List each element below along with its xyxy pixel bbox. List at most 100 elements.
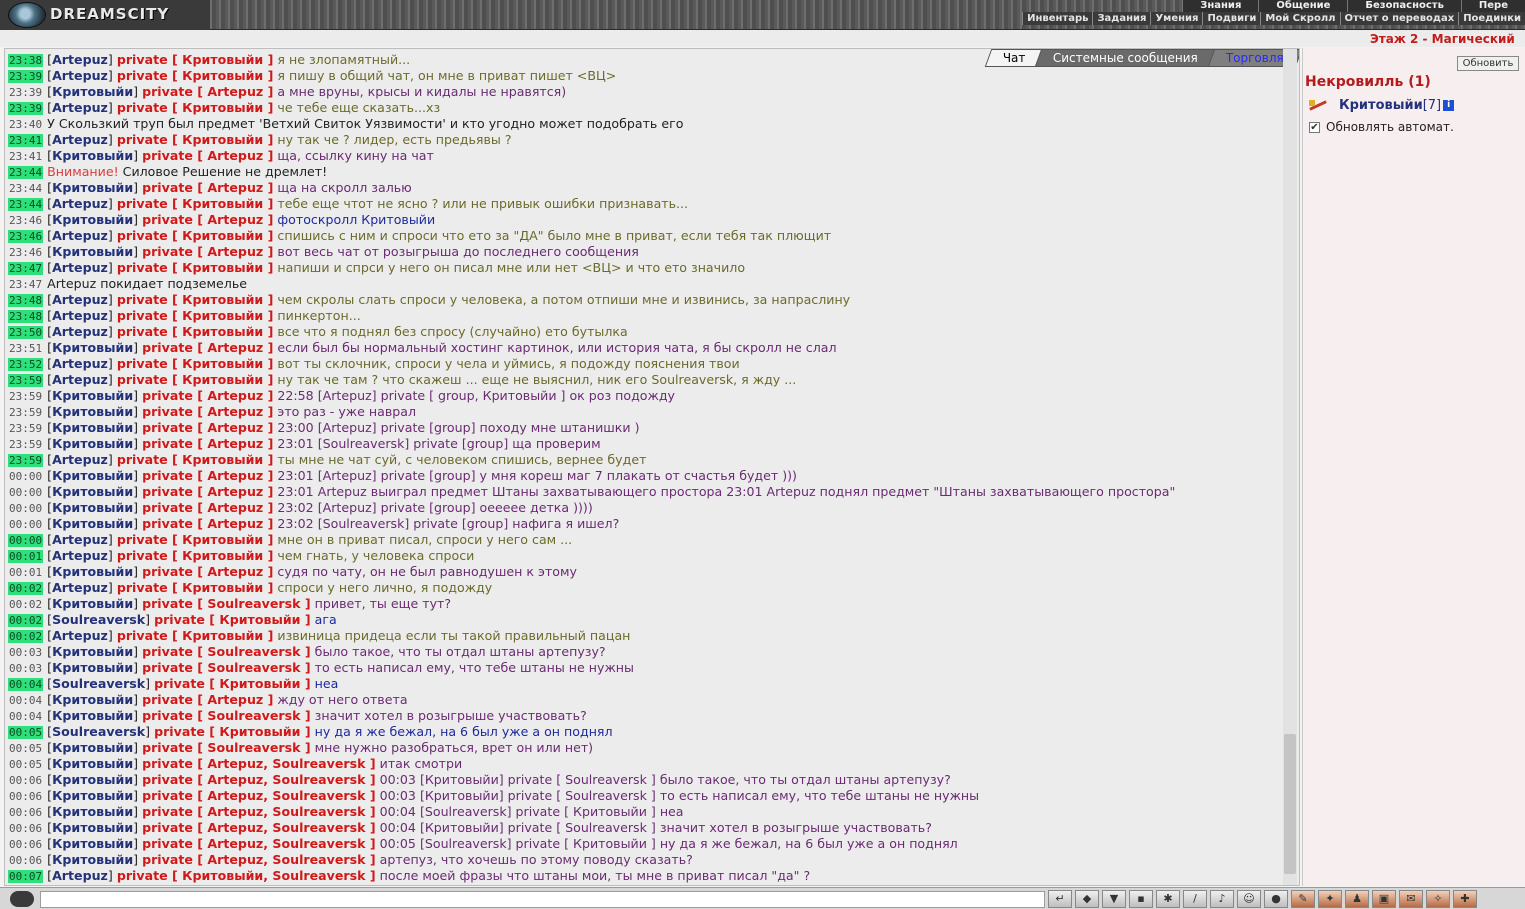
chat-nick[interactable]: Критовыйи bbox=[52, 660, 133, 675]
private-label: private [ Критовыйи ] bbox=[116, 580, 274, 595]
attack-icon[interactable] bbox=[1307, 98, 1335, 112]
chat-nick[interactable]: Artepuz bbox=[52, 260, 108, 275]
menu-knowledge[interactable]: Знания bbox=[1182, 0, 1258, 12]
auto-refresh-checkbox[interactable]: ✔ bbox=[1309, 121, 1320, 133]
user-name[interactable]: Критовыйи bbox=[1339, 98, 1423, 113]
save-icon[interactable]: ▪ bbox=[1129, 890, 1153, 908]
chat-nick[interactable]: Artepuz bbox=[52, 628, 108, 643]
chat-nick[interactable]: Artepuz bbox=[52, 356, 108, 371]
chat-nick[interactable]: Критовыйи bbox=[52, 436, 133, 451]
chat-nick[interactable]: Критовыйи bbox=[52, 836, 133, 851]
slash-icon[interactable]: / bbox=[1183, 890, 1207, 908]
chat-nick[interactable]: Критовыйи bbox=[52, 404, 133, 419]
chat-nick[interactable]: Критовыйи bbox=[52, 420, 133, 435]
chat-nick[interactable]: Критовыйи bbox=[52, 564, 133, 579]
chat-nick[interactable]: Artepuz bbox=[52, 308, 108, 323]
chat-time: 00:03 bbox=[9, 662, 43, 675]
chat-time: 23:46 bbox=[9, 246, 43, 259]
chat-mode-icon[interactable] bbox=[10, 891, 34, 907]
chat-line: 00:02 [Artepuz] private [ Критовыйи ] из… bbox=[8, 628, 631, 643]
chat-nick[interactable]: Критовыйи bbox=[52, 772, 133, 787]
chat-nick[interactable]: Artepuz bbox=[52, 548, 108, 563]
chat-panel: 23:38 [Artepuz] private [ Критовыйи ] я … bbox=[4, 48, 1300, 886]
filter-icon[interactable]: ▼ bbox=[1102, 890, 1126, 908]
scrollbar-thumb[interactable] bbox=[1284, 734, 1296, 874]
chat-nick[interactable]: Soulreaversk bbox=[52, 724, 145, 739]
chat-nick[interactable]: Artepuz bbox=[52, 324, 108, 339]
chat-nick[interactable]: Artepuz bbox=[52, 868, 108, 883]
chat-nick[interactable]: Критовыйи bbox=[52, 388, 133, 403]
info-icon[interactable]: i bbox=[1443, 99, 1455, 111]
chat-nick[interactable]: Критовыйи bbox=[52, 148, 133, 163]
chat-nick[interactable]: Критовыйи bbox=[52, 484, 133, 499]
sword-icon[interactable]: ✦ bbox=[1318, 890, 1342, 908]
misc-icon[interactable]: ✧ bbox=[1426, 890, 1450, 908]
user-list-item[interactable]: Критовыйи [7] i bbox=[1307, 96, 1455, 114]
chat-nick[interactable]: Artepuz bbox=[52, 52, 108, 67]
chat-nick[interactable]: Artepuz bbox=[52, 580, 108, 595]
chat-nick[interactable]: Критовыйи bbox=[52, 596, 133, 611]
chat-nick[interactable]: Artepuz bbox=[52, 372, 108, 387]
menu-security[interactable]: Безопасность bbox=[1347, 0, 1461, 12]
chat-message: 00:04 [Soulreaversk] private [ Критовыйи… bbox=[379, 804, 684, 819]
menu-my-scroll[interactable]: Мой Скролл bbox=[1260, 12, 1339, 25]
chat-nick[interactable]: Artepuz bbox=[52, 532, 108, 547]
menu-skills[interactable]: Умения bbox=[1150, 12, 1202, 25]
menu-social[interactable]: Общение bbox=[1258, 0, 1347, 12]
menu-transfer-report[interactable]: Отчет о переводах bbox=[1339, 12, 1459, 25]
floor-title: Этаж 2 - Магический bbox=[1370, 32, 1515, 46]
mask-icon[interactable]: ● bbox=[1264, 890, 1288, 908]
smiley-icon[interactable]: ☺ bbox=[1237, 890, 1261, 908]
chat-nick[interactable]: Artepuz bbox=[52, 132, 108, 147]
chat-nick[interactable]: Критовыйи bbox=[52, 708, 133, 723]
chat-nick[interactable]: Artepuz bbox=[52, 100, 108, 115]
chest-icon[interactable]: ▣ bbox=[1372, 890, 1396, 908]
refresh-button[interactable]: Обновить bbox=[1457, 56, 1519, 71]
chat-nick[interactable]: Критовыйи bbox=[52, 212, 133, 227]
misc2-icon[interactable]: ✚ bbox=[1453, 890, 1477, 908]
chat-nick[interactable]: Критовыйи bbox=[52, 820, 133, 835]
tab-system-messages[interactable]: Системные сообщения bbox=[1034, 49, 1217, 67]
chat-nick[interactable]: Artepuz bbox=[52, 196, 108, 211]
figure-icon[interactable]: ✱ bbox=[1156, 890, 1180, 908]
chat-nick[interactable]: Критовыйи bbox=[52, 756, 133, 771]
figure2-icon[interactable]: ♟ bbox=[1345, 890, 1369, 908]
scroll-icon[interactable]: ✉ bbox=[1399, 890, 1423, 908]
chat-nick[interactable]: Критовыйи bbox=[52, 644, 133, 659]
chat-nick[interactable]: Критовыйи bbox=[52, 852, 133, 867]
menu-more[interactable]: Пере bbox=[1460, 0, 1525, 12]
chat-message: 00:03 [Критовыйи] private [ Soulreaversk… bbox=[379, 788, 980, 803]
menu-duels[interactable]: Поединки bbox=[1458, 12, 1525, 25]
logo[interactable]: DREAMSCITY bbox=[0, 0, 210, 30]
chat-nick[interactable]: Artepuz bbox=[52, 228, 108, 243]
chat-input[interactable] bbox=[40, 891, 1045, 908]
chat-nick[interactable]: Soulreaversk bbox=[52, 612, 145, 627]
chat-line: 00:03 [Критовыйи] private [ Soulreaversk… bbox=[9, 644, 606, 659]
chat-nick[interactable]: Критовыйи bbox=[52, 180, 133, 195]
chat-line: 23:39 [Artepuz] private [ Критовыйи ] че… bbox=[8, 100, 441, 115]
chat-nick[interactable]: Критовыйи bbox=[52, 244, 133, 259]
chat-nick[interactable]: Критовыйи bbox=[52, 340, 133, 355]
chat-scrollbar[interactable] bbox=[1283, 49, 1297, 885]
chat-nick[interactable]: Критовыйи bbox=[52, 804, 133, 819]
auto-refresh-row[interactable]: ✔ Обновлять автомат. bbox=[1309, 120, 1454, 134]
back-icon[interactable]: ↵ bbox=[1048, 890, 1072, 908]
chat-nick[interactable]: Критовыйи bbox=[52, 468, 133, 483]
chat-nick[interactable]: Критовыйи bbox=[52, 692, 133, 707]
chat-nick[interactable]: Artepuz bbox=[52, 68, 108, 83]
private-label: private [ Критовыйи ] bbox=[116, 292, 274, 307]
paw-icon[interactable]: ✎ bbox=[1291, 890, 1315, 908]
eraser-icon[interactable]: ◆ bbox=[1075, 890, 1099, 908]
chat-nick[interactable]: Критовыйи bbox=[52, 788, 133, 803]
menu-achievements[interactable]: Подвиги bbox=[1202, 12, 1260, 25]
chat-nick[interactable]: Artepuz bbox=[52, 452, 108, 467]
chat-nick[interactable]: Критовыйи bbox=[52, 500, 133, 515]
chat-nick[interactable]: Soulreaversk bbox=[52, 676, 145, 691]
sound-icon[interactable]: ♪ bbox=[1210, 890, 1234, 908]
menu-inventory[interactable]: Инвентарь bbox=[1022, 12, 1092, 25]
chat-nick[interactable]: Artepuz bbox=[52, 292, 108, 307]
chat-nick[interactable]: Критовыйи bbox=[52, 516, 133, 531]
chat-nick[interactable]: Критовыйи bbox=[52, 84, 133, 99]
menu-quests[interactable]: Задания bbox=[1092, 12, 1150, 25]
chat-nick[interactable]: Критовыйи bbox=[52, 740, 133, 755]
